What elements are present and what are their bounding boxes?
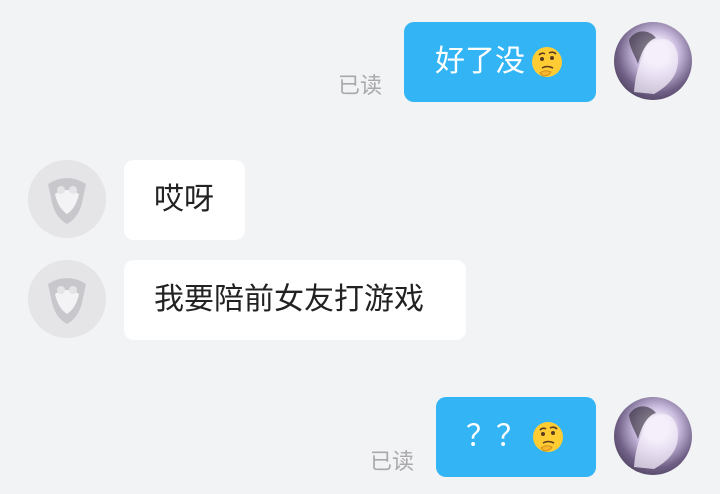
- message-text: 好了没: [435, 44, 525, 79]
- message-text: 我要陪前女友打游戏: [154, 282, 424, 317]
- my-avatar[interactable]: [614, 22, 692, 100]
- thinking-face-icon: [529, 44, 565, 80]
- outgoing-message-bubble[interactable]: ？？: [436, 397, 596, 477]
- incoming-message-bubble[interactable]: 我要陪前女友打游戏: [124, 260, 466, 340]
- contact-avatar[interactable]: [28, 260, 106, 338]
- thinking-face-icon: [530, 419, 566, 455]
- outgoing-message-bubble[interactable]: 好了没: [404, 22, 596, 102]
- message-text: ？？: [466, 419, 526, 454]
- chat-window: 已读 好了没 哎呀 我要陪前女友打游戏 已读 ？？: [0, 0, 720, 494]
- contact-avatar[interactable]: [28, 160, 106, 238]
- read-status: 已读: [338, 74, 383, 99]
- read-status: 已读: [370, 450, 415, 475]
- incoming-message-bubble[interactable]: 哎呀: [124, 160, 245, 240]
- message-text: 哎呀: [154, 182, 214, 217]
- my-avatar[interactable]: [614, 397, 692, 475]
